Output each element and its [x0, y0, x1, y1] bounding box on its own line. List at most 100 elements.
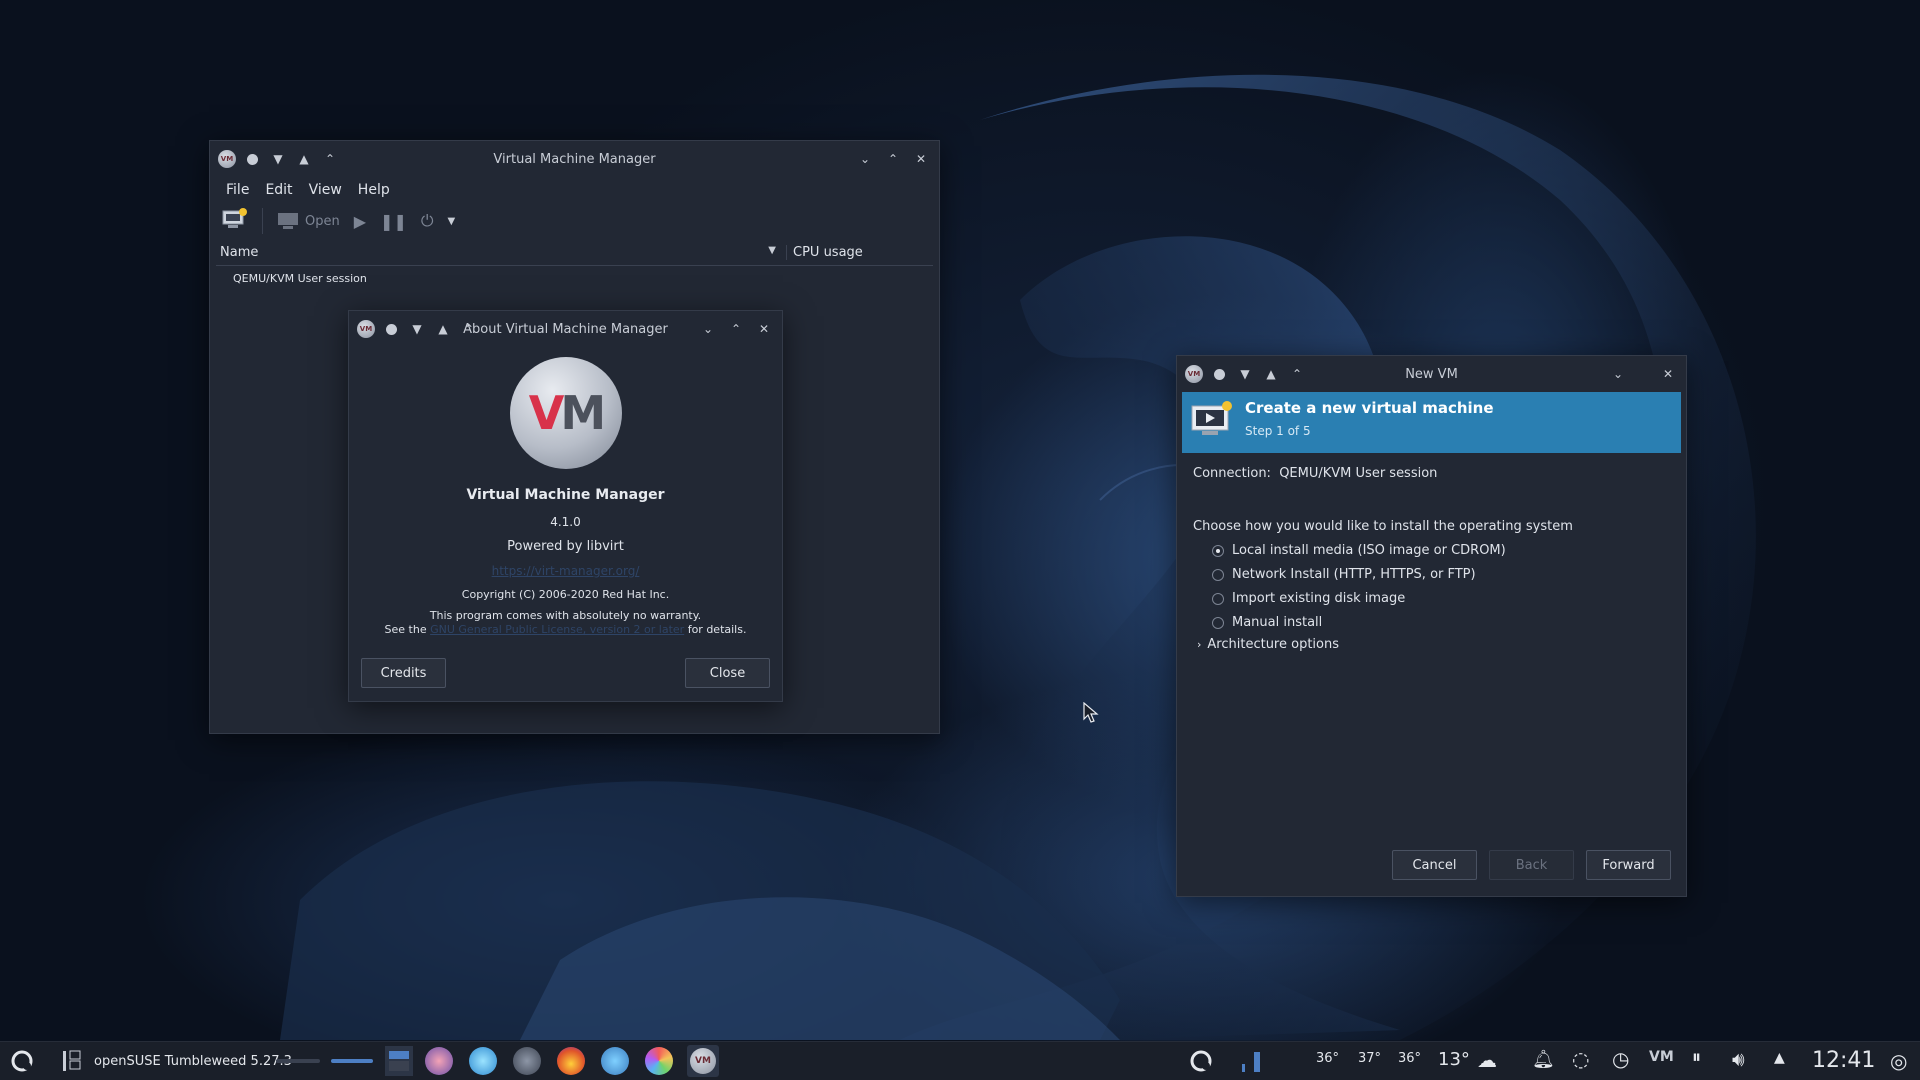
temp-sensor-2[interactable]: 37°: [1358, 1051, 1381, 1066]
forward-button[interactable]: Forward: [1586, 850, 1671, 880]
about-titlebar[interactable]: VM ▼ ▲ ⌃ About Virtual Machine Manager ⌄…: [349, 311, 782, 347]
menu-view[interactable]: View: [301, 182, 350, 198]
cloud-icon[interactable]: ☁: [1477, 1048, 1497, 1072]
menu-file[interactable]: File: [218, 182, 257, 198]
app-launcher-icon[interactable]: [8, 1047, 36, 1075]
weather-temperature[interactable]: 13°: [1438, 1049, 1470, 1070]
new-vm-titlebar[interactable]: VM ▼ ▲ ⌃ New VM ⌄ ✕: [1177, 356, 1686, 392]
option-network-install[interactable]: Network Install (HTTP, HTTPS, or FTP): [1212, 567, 1476, 582]
minimize-icon[interactable]: ⌄: [698, 319, 718, 339]
temp-sensor-3[interactable]: 36°: [1398, 1051, 1421, 1066]
app-icon[interactable]: VM: [218, 150, 236, 168]
radio-local-media[interactable]: [1212, 544, 1224, 557]
main-window-titlebar[interactable]: VM ▼ ▲ ⌃ Virtual Machine Manager ⌄ ⌃ ✕: [210, 141, 939, 177]
maximize-icon[interactable]: ⌃: [726, 319, 746, 339]
app-icon[interactable]: VM: [357, 320, 375, 338]
column-name[interactable]: Name ▼: [216, 245, 786, 260]
app-pink-icon[interactable]: [425, 1047, 453, 1075]
power-icon[interactable]: ⏻: [421, 211, 434, 231]
architecture-expander[interactable]: › Architecture options: [1197, 637, 1339, 652]
connection-line: Connection: QEMU/KVM User session: [1193, 466, 1438, 481]
dropdown-arrow-icon[interactable]: ▼: [448, 216, 456, 227]
minimize-icon[interactable]: ⌄: [855, 149, 875, 169]
radio-import-disk[interactable]: [1212, 592, 1224, 605]
license-link[interactable]: GNU General Public License, version 2 or…: [430, 623, 684, 636]
menu-bar: File Edit View Help: [210, 177, 939, 203]
cancel-button[interactable]: Cancel: [1392, 850, 1477, 880]
shade-down-icon[interactable]: ▼: [407, 319, 427, 339]
volume-icon[interactable]: 🔊︎: [1732, 1047, 1745, 1071]
photos-icon[interactable]: [645, 1047, 673, 1075]
keep-top-icon[interactable]: ⌃: [320, 149, 340, 169]
menu-edit[interactable]: Edit: [257, 182, 300, 198]
shade-down-icon[interactable]: ▼: [268, 149, 288, 169]
virt-manager-task-icon[interactable]: VM: [687, 1045, 719, 1077]
keep-above-icon[interactable]: [242, 149, 262, 169]
close-icon[interactable]: ✕: [1658, 364, 1678, 384]
sort-arrow-icon[interactable]: ▼: [768, 245, 776, 256]
keep-top-icon[interactable]: ⌃: [459, 319, 479, 339]
radio-manual-install[interactable]: [1212, 616, 1224, 629]
desktop-pager-active[interactable]: [385, 1046, 413, 1076]
clock-app-icon[interactable]: ◷: [1612, 1047, 1629, 1071]
play-icon[interactable]: ▶: [354, 212, 366, 231]
file-manager-icon[interactable]: [601, 1047, 629, 1075]
toolbar: Open ▶ ❚❚ ⏻ ▼: [210, 203, 939, 239]
volume-slider-2[interactable]: [331, 1059, 373, 1063]
kde-connect-icon[interactable]: ◌: [1572, 1047, 1589, 1071]
option-manual-install[interactable]: Manual install: [1212, 615, 1322, 630]
keep-top-icon[interactable]: ⌃: [1287, 364, 1307, 384]
system-settings-icon[interactable]: [513, 1047, 541, 1075]
taskbar: openSUSE Tumbleweed 5.27.3 VM 36° 37° 36…: [0, 1041, 1920, 1080]
tray-expand-icon[interactable]: ▲: [1774, 1050, 1785, 1066]
minimize-icon[interactable]: ⌄: [1608, 364, 1628, 384]
firefox-icon[interactable]: [557, 1047, 585, 1075]
connection-row[interactable]: QEMU/KVM User session: [210, 266, 939, 285]
banner-title: Create a new virtual machine: [1245, 399, 1494, 417]
notifications-icon[interactable]: 🔔︎: [1532, 1049, 1555, 1070]
system-monitor-icon[interactable]: [1228, 1050, 1268, 1074]
open-button[interactable]: Open: [277, 212, 340, 230]
shade-down-icon[interactable]: ▼: [1235, 364, 1255, 384]
app-icon[interactable]: VM: [1185, 365, 1203, 383]
chevron-right-icon: ›: [1197, 638, 1202, 651]
maximize-icon[interactable]: ⌃: [883, 149, 903, 169]
about-app-name: Virtual Machine Manager: [466, 487, 665, 503]
about-website-link[interactable]: https://virt-manager.org/: [349, 564, 782, 578]
close-button[interactable]: Close: [685, 658, 770, 688]
temp-sensor-1[interactable]: 36°: [1316, 1051, 1339, 1066]
discover-store-icon[interactable]: [469, 1047, 497, 1075]
option-import-disk[interactable]: Import existing disk image: [1212, 591, 1405, 606]
clock[interactable]: 12:41: [1812, 1048, 1875, 1073]
credits-button[interactable]: Credits: [361, 658, 446, 688]
about-copyright: Copyright (C) 2006-2020 Red Hat Inc.: [461, 588, 670, 601]
about-powered-by: Powered by libvirt: [507, 539, 624, 554]
close-icon[interactable]: ✕: [754, 319, 774, 339]
pager-icon[interactable]: [60, 1047, 86, 1075]
shade-up-icon[interactable]: ▲: [294, 149, 314, 169]
vm-tray-icon[interactable]: VM: [1649, 1049, 1674, 1065]
active-task-label[interactable]: openSUSE Tumbleweed 5.27.3: [94, 1051, 292, 1071]
back-button[interactable]: Back: [1489, 850, 1574, 880]
banner-step: Step 1 of 5: [1245, 424, 1311, 438]
volume-slider-1[interactable]: [276, 1059, 320, 1063]
shade-up-icon[interactable]: ▲: [1261, 364, 1281, 384]
virt-manager-logo: VM: [509, 357, 622, 469]
menu-help[interactable]: Help: [350, 182, 398, 198]
new-vm-icon[interactable]: [222, 208, 248, 234]
opensuse-icon[interactable]: [1187, 1047, 1215, 1075]
column-cpu-usage[interactable]: CPU usage: [786, 244, 933, 260]
option-local-media[interactable]: Local install media (ISO image or CDROM): [1212, 543, 1506, 558]
vm-list-header: Name ▼ CPU usage: [216, 239, 933, 266]
keep-above-icon[interactable]: [381, 319, 401, 339]
wizard-banner: Create a new virtual machine Step 1 of 5: [1182, 392, 1681, 453]
keep-above-icon[interactable]: [1209, 364, 1229, 384]
pause-icon[interactable]: ❚❚: [380, 212, 407, 231]
shade-up-icon[interactable]: ▲: [433, 319, 453, 339]
radio-network-install[interactable]: [1212, 568, 1224, 581]
about-dialog: VM ▼ ▲ ⌃ About Virtual Machine Manager ⌄…: [348, 310, 783, 702]
about-warranty: This program comes with absolutely no wa…: [384, 609, 747, 636]
pause-tray-icon[interactable]: ⏸: [1692, 1047, 1701, 1068]
show-desktop-icon[interactable]: ◎: [1890, 1049, 1907, 1073]
close-icon[interactable]: ✕: [911, 149, 931, 169]
